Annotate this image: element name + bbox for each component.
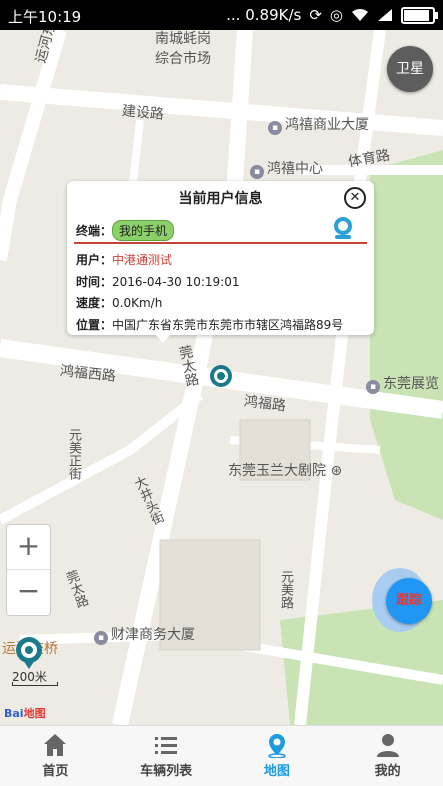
network-speed: ... 0.89K/s [226, 6, 302, 24]
tab-home-label: 首页 [42, 764, 69, 779]
terminal-row: 终端： 我的手机 [76, 220, 175, 241]
alarm-icon: ◎ [329, 6, 343, 24]
terminal-badge[interactable]: 我的手机 [112, 220, 175, 241]
time-row: 时间：2016-04-30 10:19:01 [76, 275, 240, 289]
terminal-label: 终端： [76, 224, 113, 238]
location-marker-icon[interactable] [14, 636, 44, 670]
theatre-icon: ⊛ [330, 463, 343, 479]
map-view[interactable]: 南城蚝岗 综合市场 运河东二路 建设路 ▪鸿禧商业大厦 ▪鸿禧中心 体育路 鸿福… [0, 30, 443, 725]
tab-home[interactable]: 首页 [0, 726, 111, 786]
building-icon: ▪ [250, 165, 264, 179]
tab-vehicle-list[interactable]: 车辆列表 [111, 726, 222, 786]
list-icon [155, 737, 178, 754]
status-icons: ... 0.89K/s ⟳ ◎ [226, 6, 438, 24]
tab-mine[interactable]: 我的 [332, 726, 443, 786]
wifi-icon [352, 8, 368, 21]
user-info-popup: 当前用户信息 ✕ 终端： 我的手机 用户：中港通测试 时间：2016-04-30 … [67, 181, 374, 335]
zoom-in-button[interactable]: + [7, 525, 50, 569]
map-label-road-yuanmei: 元美正街 [66, 428, 81, 480]
satellite-toggle-button[interactable]: 卫星 [387, 46, 433, 92]
map-label-road-jianshe: 建设路 [121, 103, 165, 123]
user-row: 用户：中港通测试 [76, 253, 173, 267]
popup-title: 当前用户信息 [178, 191, 263, 207]
close-icon[interactable]: ✕ [344, 187, 366, 209]
status-time: 上午10:19 [8, 8, 82, 26]
zoom-out-button[interactable]: − [7, 570, 50, 614]
signal-icon [378, 9, 392, 21]
popup-tail [155, 334, 171, 343]
building-icon: ▪ [268, 121, 282, 135]
tab-map-label: 地图 [263, 764, 290, 779]
speed-row: 速度：0.0Km/h [76, 296, 163, 310]
tab-mine-label: 我的 [374, 764, 401, 779]
map-label-hongxi-business: ▪ 鸿禧商业大厦 [268, 114, 369, 135]
battery-icon [401, 6, 438, 24]
zoom-control: + − [6, 524, 51, 616]
map-label-road-yuanmei-2: 元美路 [278, 570, 293, 609]
map-label-theatre: 东莞玉兰大剧院 ⊛ [228, 463, 343, 479]
map-label-hongxi-center: ▪ 鸿禧中心 [250, 158, 323, 179]
status-bar: 上午10:19 ... 0.89K/s ⟳ ◎ [0, 0, 443, 30]
map-label-caijin: ▪ 财津商务大厦 [94, 624, 195, 645]
museum-icon: ▪ [366, 380, 380, 394]
map-label-exhibition: ▪ 东莞展览 [366, 373, 439, 394]
popup-divider [74, 242, 367, 244]
home-icon [44, 734, 67, 756]
device-locate-icon[interactable] [330, 215, 356, 241]
building-icon: ▪ [94, 631, 108, 645]
vehicle-marker-icon[interactable] [208, 363, 234, 389]
baidu-logo: Bai地图 [4, 707, 46, 720]
map-pin-icon [268, 734, 286, 758]
map-label-market: 南城蚝岗 综合市场 [155, 31, 211, 67]
track-button[interactable]: 跟踪 [386, 578, 432, 624]
bottom-tab-bar: 首页 车辆列表 地图 我的 [0, 725, 443, 786]
user-icon [376, 734, 399, 757]
location-row: 位置：中国广东省东莞市东莞市市辖区鸿福路89号 [76, 318, 344, 332]
tab-map[interactable]: 地图 [222, 726, 333, 786]
scale-bar [12, 682, 58, 686]
tab-vehicle-list-label: 车辆列表 [140, 764, 193, 779]
sync-icon: ⟳ [309, 6, 322, 24]
